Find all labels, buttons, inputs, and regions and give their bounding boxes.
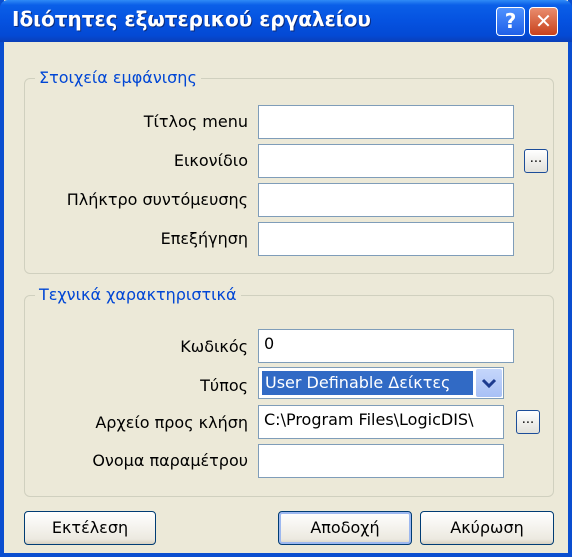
type-selected-value: User Definable Δείκτες [262, 371, 473, 395]
ellipsis-icon: ... [529, 151, 543, 166]
menu-title-input[interactable] [258, 105, 514, 139]
icon-label: Εικονίδιο [173, 151, 248, 170]
file-to-call-label: Αρχείο προς κλήση [95, 413, 248, 432]
shortcut-key-input[interactable] [258, 183, 514, 217]
parameter-name-label: Ονομα παραμέτρου [92, 451, 248, 470]
type-select[interactable]: User Definable Δείκτες [258, 367, 504, 399]
icon-input[interactable] [258, 144, 514, 178]
chevron-down-icon [481, 378, 497, 389]
close-button[interactable]: ✕ [529, 7, 558, 36]
title-bar[interactable]: Ιδιότητες εξωτερικού εργαλείου ? ✕ [0, 0, 572, 42]
icon-browse-button[interactable]: ... [524, 149, 548, 173]
code-input[interactable]: 0 [258, 329, 514, 363]
file-browse-button[interactable]: ... [516, 410, 540, 434]
close-icon: ✕ [535, 9, 552, 33]
execute-button[interactable]: Εκτέλεση [24, 511, 156, 545]
tooltip-input[interactable] [258, 222, 514, 256]
dialog-window: Ιδιότητες εξωτερικού εργαλείου ? ✕ Στοιχ… [0, 0, 572, 557]
help-icon: ? [504, 9, 517, 33]
display-group-legend: Στοιχεία εμφάνισης [35, 68, 201, 87]
file-to-call-input[interactable]: C:\Program Files\LogicDIS\ [258, 405, 504, 439]
ok-button[interactable]: Αποδοχή [278, 511, 412, 545]
type-label: Τύπος [200, 376, 248, 395]
shortcut-key-label: Πλήκτρο συντόμευσης [66, 190, 248, 209]
execute-button-label: Εκτέλεση [51, 518, 129, 537]
tooltip-label: Επεξήγηση [160, 229, 248, 248]
dropdown-arrow[interactable] [476, 369, 502, 397]
cancel-button-label: Ακύρωση [450, 518, 524, 537]
technical-group-legend: Τεχνικά χαρακτηριστικά [35, 285, 241, 304]
ellipsis-icon: ... [521, 412, 535, 427]
ok-button-label: Αποδοχή [310, 518, 380, 537]
parameter-name-input[interactable] [258, 444, 504, 478]
code-label: Κωδικός [180, 337, 248, 356]
help-button[interactable]: ? [496, 7, 525, 36]
cancel-button[interactable]: Ακύρωση [420, 511, 554, 545]
window-title: Ιδιότητες εξωτερικού εργαλείου [12, 7, 371, 31]
menu-title-label: Τίτλος menu [143, 112, 248, 131]
